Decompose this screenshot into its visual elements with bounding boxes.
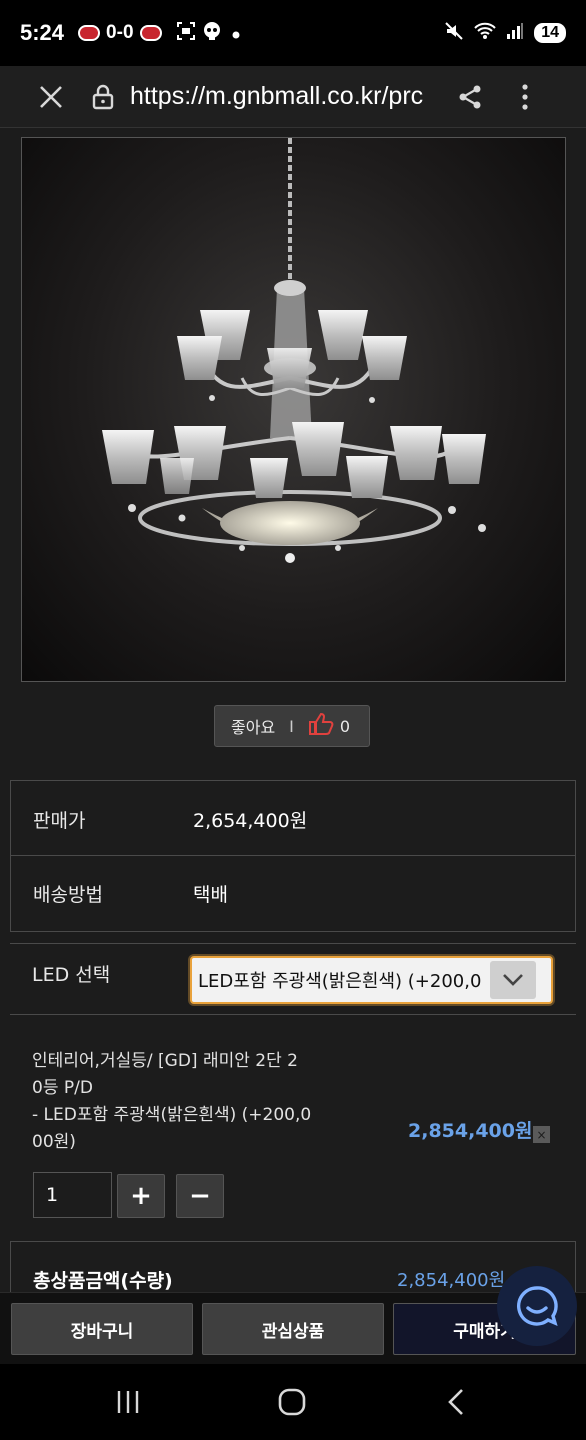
option-label: LED 선택 <box>32 964 111 986</box>
browser-url-bar: https://m.gnbmall.co.kr/prc <box>0 66 586 128</box>
url-text[interactable]: https://m.gnbmall.co.kr/prc <box>130 82 430 111</box>
status-right: 14 <box>444 21 566 45</box>
selected-item-name-line: 인테리어,거실등/ [GD] 래미안 2단 2 <box>32 1051 298 1071</box>
divider <box>11 855 575 856</box>
team-logo-icon <box>139 25 162 41</box>
screenshot-icon <box>176 21 196 46</box>
product-info-table: 판매가 2,654,400원 배송방법 택배 <box>10 780 576 932</box>
selected-item-name: 인테리어,거실등/ [GD] 래미안 2단 2 0등 P/D - LED포함 주… <box>32 1048 342 1156</box>
option-selected-value: LED포함 주광색(밝은흰색) (+200,0 <box>198 971 482 992</box>
remove-item-button[interactable]: × <box>533 1126 550 1143</box>
like-count: 0 <box>339 716 351 736</box>
product-image[interactable] <box>21 137 566 682</box>
team-logo-icon <box>78 25 101 41</box>
chat-icon <box>517 1286 558 1326</box>
shipping-row: 배송방법 택배 <box>11 879 575 907</box>
price-label: 판매가 <box>33 809 86 832</box>
total-value: 2,854,400원 <box>397 1270 506 1291</box>
selected-item-option-line: 00원) <box>32 1132 76 1152</box>
selected-item-price: 2,854,400원 <box>408 1120 533 1142</box>
status-time: 5:24 <box>20 20 65 45</box>
price-value: 2,654,400원 <box>193 809 308 832</box>
quantity-minus-button[interactable]: − <box>176 1174 224 1218</box>
back-icon[interactable] <box>436 1384 476 1420</box>
quantity-plus-button[interactable]: + <box>117 1174 165 1218</box>
total-row: 총상품금액(수량) 2,854,400원 <box>10 1241 576 1296</box>
selected-item-option-line: - LED포함 주광색(밝은흰색) (+200,0 <box>32 1105 312 1125</box>
lock-icon <box>86 84 120 110</box>
score-widget: 0-0 <box>78 22 162 44</box>
quantity-input[interactable]: 1 <box>33 1172 112 1218</box>
mute-icon <box>444 21 464 45</box>
recent-apps-icon[interactable] <box>108 1384 148 1420</box>
like-separator: I <box>289 716 294 736</box>
dot-icon <box>232 23 240 44</box>
chat-button[interactable] <box>497 1266 577 1346</box>
cart-button[interactable]: 장바구니 <box>11 1303 193 1355</box>
thumbs-up-icon <box>308 712 334 740</box>
page: 5:24 0-0 14 https://m.gnbmall.co.kr/prc … <box>0 0 586 1440</box>
chevron-down-icon <box>490 961 536 999</box>
home-icon[interactable] <box>272 1384 312 1420</box>
close-icon[interactable] <box>26 72 76 122</box>
signal-icon <box>506 22 524 44</box>
option-row: LED 선택 LED포함 주광색(밝은흰색) (+200,0 <box>10 943 576 1015</box>
like-button[interactable]: 좋아요 I 0 <box>214 705 370 747</box>
skull-icon <box>202 21 222 46</box>
price-row: 판매가 2,654,400원 <box>11 805 575 833</box>
wifi-icon <box>474 22 496 44</box>
battery-indicator: 14 <box>534 23 566 43</box>
system-nav-bar <box>0 1364 586 1440</box>
total-label: 총상품금액(수량) <box>33 1270 173 1292</box>
wishlist-button[interactable]: 관심상품 <box>202 1303 384 1355</box>
more-icon[interactable] <box>510 83 540 110</box>
like-label: 좋아요 <box>231 718 276 737</box>
selected-item-name-line: 0등 P/D <box>32 1078 93 1098</box>
status-bar: 5:24 0-0 14 <box>0 0 586 66</box>
score-text: 0-0 <box>106 22 134 43</box>
led-option-select[interactable]: LED포함 주광색(밝은흰색) (+200,0 <box>190 956 553 1004</box>
share-icon[interactable] <box>452 84 488 110</box>
chandelier-illustration <box>102 138 486 563</box>
shipping-value: 택배 <box>193 883 228 906</box>
shipping-label: 배송방법 <box>33 883 103 906</box>
